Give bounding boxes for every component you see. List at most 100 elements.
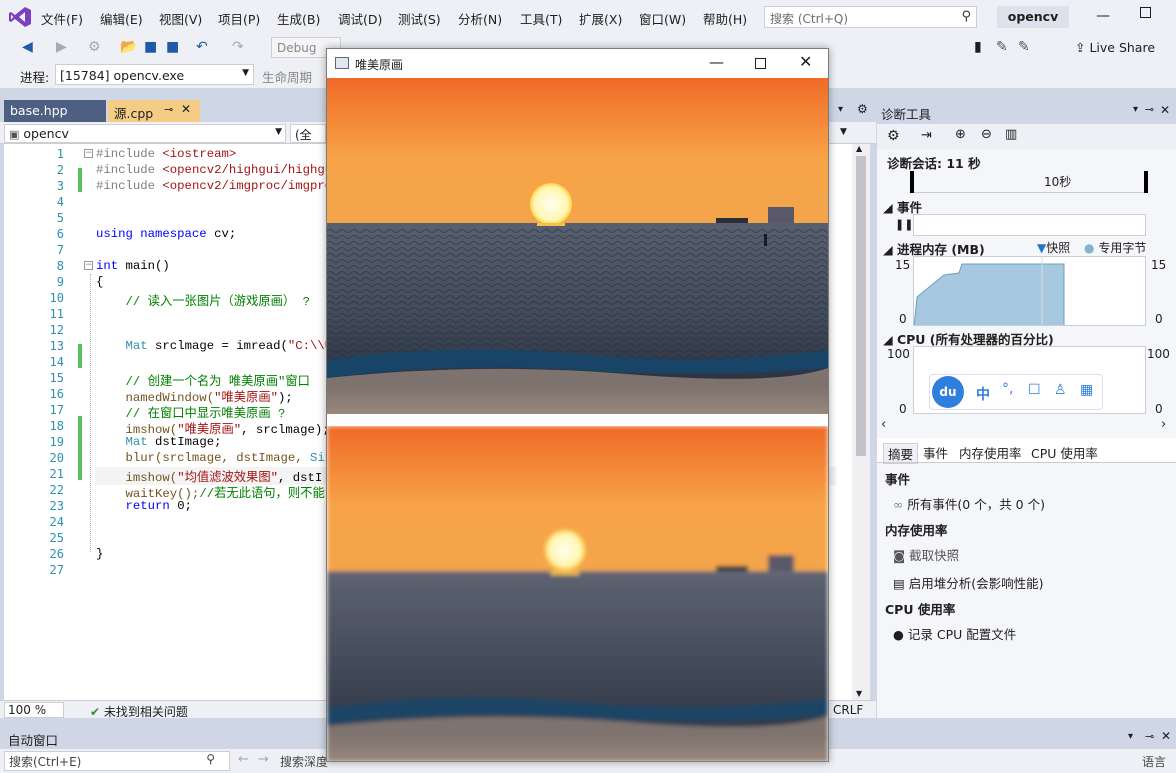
- visual-studio-logo-icon[interactable]: [8, 6, 32, 28]
- settings-icon[interactable]: ⚙: [857, 102, 868, 116]
- pin-icon[interactable]: ⊸: [1145, 103, 1154, 116]
- take-snapshot-button[interactable]: ◙ 截取快照: [893, 545, 959, 564]
- uncomment-icon[interactable]: ✎: [1018, 39, 1030, 55]
- menu-build[interactable]: 生成(B): [277, 9, 320, 28]
- identifier: dstImage;: [147, 435, 222, 449]
- back-icon[interactable]: ←: [238, 752, 249, 767]
- minimize-icon[interactable]: —: [709, 53, 724, 71]
- back-icon[interactable]: ◀: [22, 39, 33, 55]
- export-icon[interactable]: ⇥: [921, 128, 932, 143]
- divider: [877, 462, 1176, 463]
- zoom-out-icon[interactable]: ⊖: [981, 127, 992, 142]
- scroll-down-icon[interactable]: ▼: [856, 689, 862, 698]
- menu-project[interactable]: 项目(P): [218, 9, 260, 28]
- tab-memory-usage[interactable]: 内存使用率: [959, 443, 1022, 462]
- close-icon[interactable]: ✕: [181, 102, 191, 116]
- gear-icon[interactable]: ⚙: [887, 128, 900, 144]
- open-file-icon[interactable]: 📂: [120, 39, 137, 55]
- save-icon[interactable]: ■: [144, 39, 157, 55]
- timeline-start-marker: [910, 171, 914, 193]
- tab-events[interactable]: 事件: [923, 443, 948, 462]
- timeline-ruler[interactable]: 10秒: [910, 171, 1148, 193]
- menu-edit[interactable]: 编辑(E): [100, 9, 143, 28]
- live-share-button[interactable]: ⇪ Live Share: [1075, 40, 1155, 55]
- chevron-down-icon[interactable]: ▼: [840, 127, 847, 137]
- line-ending-indicator[interactable]: CRLF: [833, 703, 863, 717]
- include-path: <iostream>: [162, 147, 237, 161]
- fold-toggle-icon[interactable]: −: [84, 149, 93, 158]
- chevron-down-icon[interactable]: ▾: [1133, 104, 1138, 115]
- user-icon[interactable]: ♙: [1054, 382, 1067, 398]
- menu-analyze[interactable]: 分析(N): [458, 9, 502, 28]
- close-icon[interactable]: ✕: [1160, 103, 1170, 117]
- member-scope-dropdown[interactable]: (全: [290, 124, 326, 143]
- editor-vertical-scrollbar[interactable]: ▲ ▼: [852, 144, 870, 700]
- heap-profiling-toggle[interactable]: ▤ 启用堆分析(会影响性能): [893, 573, 1044, 592]
- record-cpu-profile-button[interactable]: ● 记录 CPU 配置文件: [893, 624, 1016, 643]
- menu-test[interactable]: 测试(S): [398, 9, 441, 28]
- memory-chart[interactable]: [913, 256, 1146, 326]
- close-icon[interactable]: ✕: [1161, 729, 1171, 743]
- tab-base-hpp[interactable]: base.hpp: [4, 100, 106, 122]
- forward-icon[interactable]: →: [258, 752, 269, 767]
- search-depth-label[interactable]: 搜索深度: [280, 753, 328, 770]
- tab-overflow-icon[interactable]: ▾: [838, 104, 843, 115]
- maximize-icon[interactable]: [755, 58, 766, 69]
- undo-icon[interactable]: ↶: [196, 39, 208, 55]
- search-input[interactable]: 搜索 (Ctrl+Q) ⚲: [764, 6, 977, 28]
- all-events-link[interactable]: ∞ 所有事件(0 个，共 0 个): [893, 494, 1045, 513]
- zoom-in-icon[interactable]: ⊕: [955, 127, 966, 142]
- scroll-right-icon[interactable]: ›: [1161, 417, 1166, 432]
- zoom-dropdown[interactable]: 100 %: [4, 702, 64, 718]
- scrollbar-thumb[interactable]: [856, 156, 866, 456]
- pause-icon[interactable]: ❚❚: [895, 218, 913, 231]
- bookmark-icon[interactable]: ▮: [974, 39, 982, 55]
- preprocessor: #include: [96, 147, 163, 161]
- reset-zoom-icon[interactable]: ▥: [1005, 127, 1017, 142]
- redo-icon[interactable]: ↷: [232, 39, 244, 55]
- menu-file[interactable]: 文件(F): [41, 9, 83, 28]
- chevron-down-icon[interactable]: ▾: [1128, 731, 1133, 742]
- maximize-icon[interactable]: [1140, 7, 1151, 18]
- opencv-image-window[interactable]: 唯美原画 — ✕: [326, 48, 829, 762]
- preprocessor: #include: [96, 179, 163, 193]
- forward-icon[interactable]: ▶: [56, 39, 67, 55]
- window-title-bar[interactable]: 唯美原画 — ✕: [327, 49, 828, 78]
- punctuation-icon[interactable]: °,: [1002, 381, 1013, 397]
- save-all-icon[interactable]: ■: [166, 39, 179, 55]
- menu-debug[interactable]: 调试(D): [338, 9, 382, 28]
- autos-search-input[interactable]: 搜索(Ctrl+E) ⚲: [4, 751, 230, 771]
- menu-extensions[interactable]: 扩展(X): [579, 9, 622, 28]
- process-dropdown[interactable]: [15784] opencv.exe ▼: [55, 64, 254, 85]
- menu-view[interactable]: 视图(V): [159, 9, 202, 28]
- menu-tools[interactable]: 工具(T): [520, 9, 562, 28]
- ime-mode-chinese[interactable]: 中: [976, 384, 990, 404]
- project-scope-dropdown[interactable]: ▣ opencv ▼: [4, 124, 286, 143]
- minimize-icon[interactable]: —: [1096, 8, 1110, 24]
- events-track[interactable]: [913, 214, 1146, 236]
- tab-cpu-usage[interactable]: CPU 使用率: [1031, 443, 1098, 462]
- link-label: 所有事件(0 个，共 0 个): [907, 497, 1045, 512]
- code-line-20: blur(srclmage, dstImage, Size: [96, 451, 340, 465]
- menu-help[interactable]: 帮助(H): [703, 9, 747, 28]
- ime-toolbar[interactable]: du 中 °, ☐ ♙ ▦: [929, 374, 1103, 410]
- tab-source-cpp[interactable]: 源.cpp ⊸ ✕: [108, 100, 200, 122]
- code-line-26: }: [96, 547, 104, 561]
- pin-icon[interactable]: ⊸: [1145, 730, 1154, 743]
- scroll-up-icon[interactable]: ▲: [856, 144, 862, 153]
- project-scope-value: opencv: [23, 126, 69, 141]
- cup-icon[interactable]: ☐: [1028, 382, 1041, 398]
- comment-icon[interactable]: ✎: [996, 39, 1008, 55]
- menu-window[interactable]: 窗口(W): [639, 9, 686, 28]
- scroll-left-icon[interactable]: ‹: [881, 417, 886, 432]
- y-min-label: 0: [899, 402, 907, 416]
- fold-toggle-icon[interactable]: −: [84, 261, 93, 270]
- close-icon[interactable]: ✕: [799, 52, 812, 71]
- grid-icon[interactable]: ▦: [1080, 382, 1093, 398]
- new-project-icon[interactable]: ⚙: [88, 39, 101, 55]
- pin-icon[interactable]: ⊸: [164, 103, 173, 116]
- tab-summary[interactable]: 摘要: [883, 443, 919, 464]
- issues-indicator[interactable]: ✔ 未找到相关问题: [90, 703, 188, 720]
